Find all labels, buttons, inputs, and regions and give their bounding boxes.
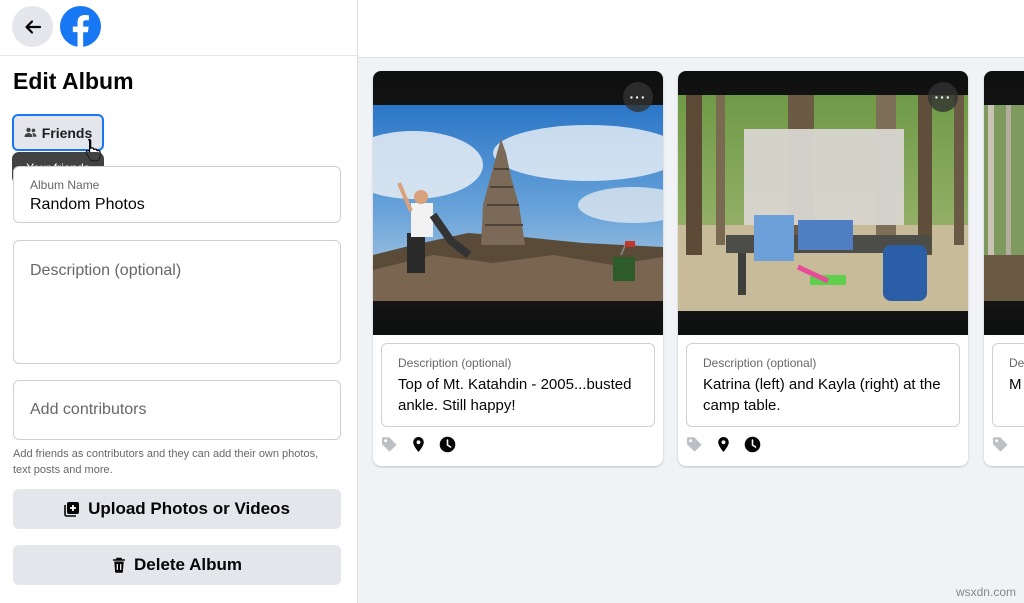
photo-description-label: Description (optional): [398, 356, 512, 370]
tag-icon[interactable]: [992, 436, 1009, 453]
location-pin-icon[interactable]: [410, 436, 427, 453]
watermark-text: wsxdn.com: [955, 585, 1016, 599]
back-button[interactable]: [12, 6, 53, 47]
back-arrow-icon: [24, 19, 41, 34]
photo-frame: [373, 71, 663, 335]
upload-photos-label: Upload Photos or Videos: [88, 499, 290, 518]
album-description-field[interactable]: Description (optional): [13, 240, 341, 364]
photo-options-button[interactable]: ···: [623, 82, 653, 112]
photo-actions: [381, 436, 456, 453]
album-name-value[interactable]: Random Photos: [30, 196, 145, 214]
delete-album-button[interactable]: Delete Album: [13, 545, 341, 585]
sidebar-topbar: [0, 0, 357, 56]
edit-album-sidebar: Edit Album Friends Your friends Album Na…: [0, 0, 358, 603]
photo-card: ··· Description (optional) Katrina (left…: [678, 71, 968, 466]
photo-actions: [686, 436, 761, 453]
album-name-label: Album Name: [30, 178, 100, 192]
forest-photo[interactable]: [984, 105, 1024, 301]
trash-icon: [112, 557, 125, 573]
camp-table-photo[interactable]: [678, 95, 968, 311]
photo-description-text[interactable]: M Ap: [1009, 374, 1024, 395]
photo-description-label: Description (optional): [703, 356, 817, 370]
contributors-help-text: Add friends as contributors and they can…: [13, 448, 319, 476]
clock-icon[interactable]: [744, 436, 761, 453]
photo-options-button[interactable]: ···: [928, 82, 958, 112]
photo-frame: [678, 71, 968, 335]
photo-card: De M Ap: [984, 71, 1024, 466]
album-description-placeholder: Description (optional): [30, 262, 182, 279]
add-contributors-placeholder: Add contributors: [30, 401, 147, 418]
photo-description-field[interactable]: Description (optional) Top of Mt. Katahd…: [381, 343, 655, 427]
photo-actions: [992, 436, 1009, 453]
clock-icon[interactable]: [439, 436, 456, 453]
page-title: Edit Album: [13, 68, 134, 94]
mountain-summit-photo[interactable]: [373, 105, 663, 301]
photo-description-text[interactable]: Top of Mt. Katahdin - 2005...busted ankl…: [398, 374, 638, 416]
tag-icon[interactable]: [686, 436, 703, 453]
photo-card: ··· Description (optional) Top of Mt. Ka…: [373, 71, 663, 466]
facebook-logo-icon[interactable]: [60, 6, 101, 47]
tag-icon[interactable]: [381, 436, 398, 453]
photo-frame: [984, 71, 1024, 335]
photo-description-field[interactable]: Description (optional) Katrina (left) an…: [686, 343, 960, 427]
main-header: [358, 0, 1024, 58]
add-media-icon: [64, 502, 80, 517]
more-icon: ···: [629, 89, 647, 105]
album-name-field[interactable]: Album Name Random Photos: [13, 166, 341, 223]
photo-description-text[interactable]: Katrina (left) and Kayla (right) at the …: [703, 374, 943, 416]
more-icon: ···: [934, 89, 952, 105]
photo-description-field[interactable]: De M Ap: [992, 343, 1024, 427]
add-contributors-field[interactable]: Add contributors: [13, 380, 341, 440]
photo-description-label: De: [1009, 356, 1024, 370]
delete-album-label: Delete Album: [133, 555, 242, 574]
upload-photos-button[interactable]: Upload Photos or Videos: [13, 489, 341, 529]
location-pin-icon[interactable]: [715, 436, 732, 453]
friends-icon: [24, 127, 37, 137]
